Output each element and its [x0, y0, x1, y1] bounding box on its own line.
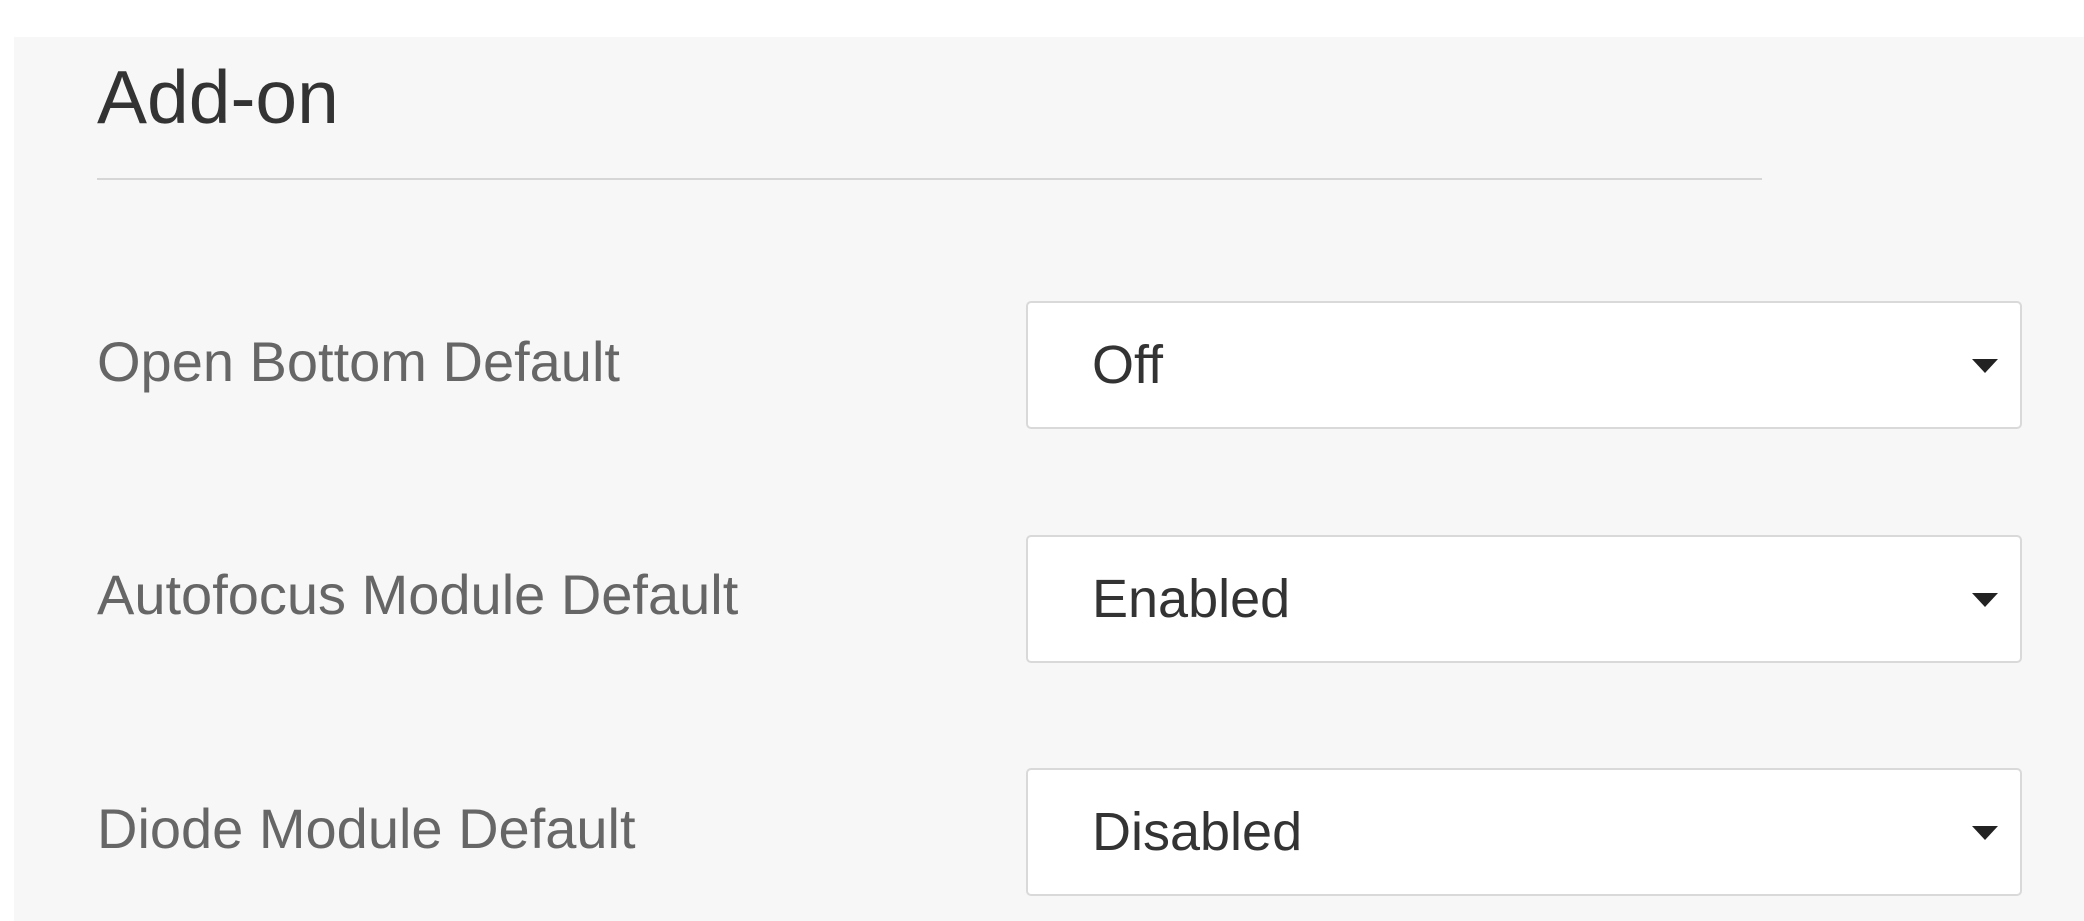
section-title: Add-on: [97, 55, 339, 139]
open-bottom-default-value: Off: [1092, 335, 1164, 395]
caret-down-icon: [1972, 593, 1998, 607]
diode-module-default-value: Disabled: [1092, 802, 1303, 862]
caret-down-icon: [1972, 826, 1998, 840]
autofocus-module-default-select[interactable]: Enabled: [1026, 535, 2022, 663]
caret-down-icon: [1972, 359, 1998, 373]
autofocus-module-default-value: Enabled: [1092, 569, 1291, 629]
diode-module-default-select[interactable]: Disabled: [1026, 768, 2022, 896]
open-bottom-default-select[interactable]: Off: [1026, 301, 2022, 429]
open-bottom-default-label: Open Bottom Default: [97, 330, 620, 393]
section-divider: [97, 178, 1762, 180]
diode-module-default-label: Diode Module Default: [97, 797, 636, 860]
autofocus-module-default-label: Autofocus Module Default: [97, 563, 739, 626]
